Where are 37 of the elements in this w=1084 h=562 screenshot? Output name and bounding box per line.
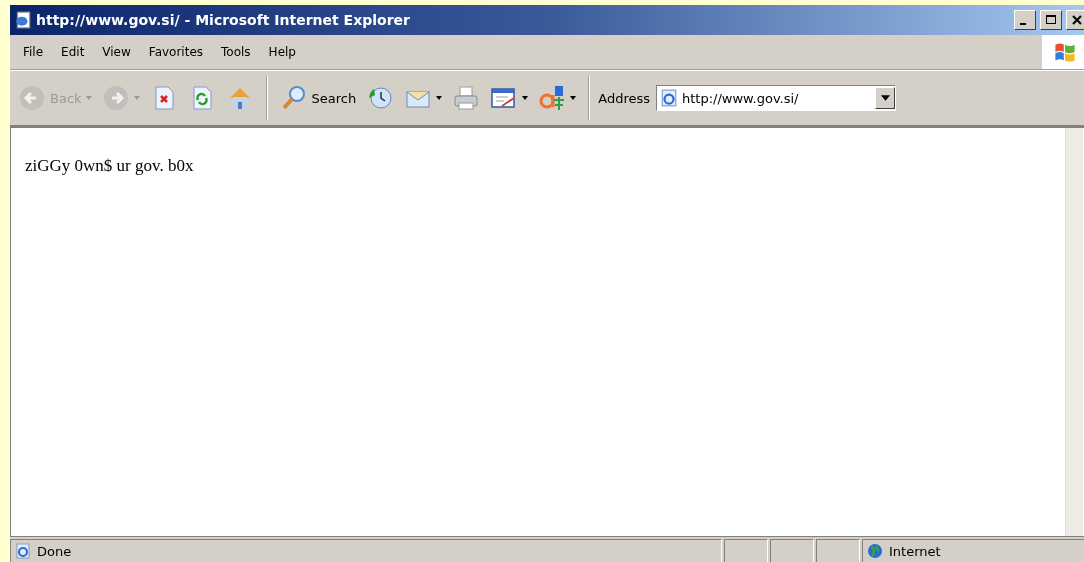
address-field[interactable]: http://www.gov.si/ xyxy=(656,85,896,111)
close-button[interactable] xyxy=(1066,10,1084,30)
caret-icon xyxy=(570,96,577,100)
clock-icon xyxy=(366,84,395,112)
maximize-icon xyxy=(1045,14,1057,26)
menu-item[interactable]: Favorites xyxy=(139,45,213,59)
minimize-button[interactable] xyxy=(1014,10,1036,30)
status-panel xyxy=(724,539,768,562)
scrollbar[interactable] xyxy=(1065,128,1083,536)
window-title: http://www.gov.si/ - Microsoft Internet Explorer xyxy=(36,12,410,28)
caret-icon xyxy=(85,96,92,100)
status-panel xyxy=(816,539,860,562)
maximize-button[interactable] xyxy=(1040,10,1062,30)
globe-icon xyxy=(867,543,883,559)
printer-icon xyxy=(452,84,481,112)
caret-icon xyxy=(133,96,140,100)
caret-icon xyxy=(436,96,443,100)
menu-item[interactable]: Help xyxy=(259,45,305,59)
page-icon xyxy=(15,543,31,559)
letters-icon xyxy=(538,84,567,112)
menu-item[interactable]: Tools xyxy=(212,45,260,59)
menu-item[interactable]: Edit xyxy=(52,45,94,59)
dropdown-button[interactable] xyxy=(875,87,895,109)
search-button[interactable]: Search xyxy=(275,82,361,114)
minimize-icon xyxy=(1020,23,1026,25)
page-text: ziGGy 0wn$ ur gov. b0x xyxy=(25,156,195,176)
zone-text: Internet xyxy=(889,543,941,559)
menu-item[interactable]: File xyxy=(14,45,53,59)
page-icon xyxy=(14,11,32,29)
page-icon xyxy=(660,89,678,107)
caret-icon xyxy=(522,96,529,100)
status-text: Done xyxy=(37,543,72,559)
address-label: Address xyxy=(598,90,650,106)
status-panel xyxy=(770,539,814,562)
caret-icon xyxy=(880,95,890,101)
menu-item[interactable]: View xyxy=(93,45,140,59)
close-icon xyxy=(1071,14,1083,26)
